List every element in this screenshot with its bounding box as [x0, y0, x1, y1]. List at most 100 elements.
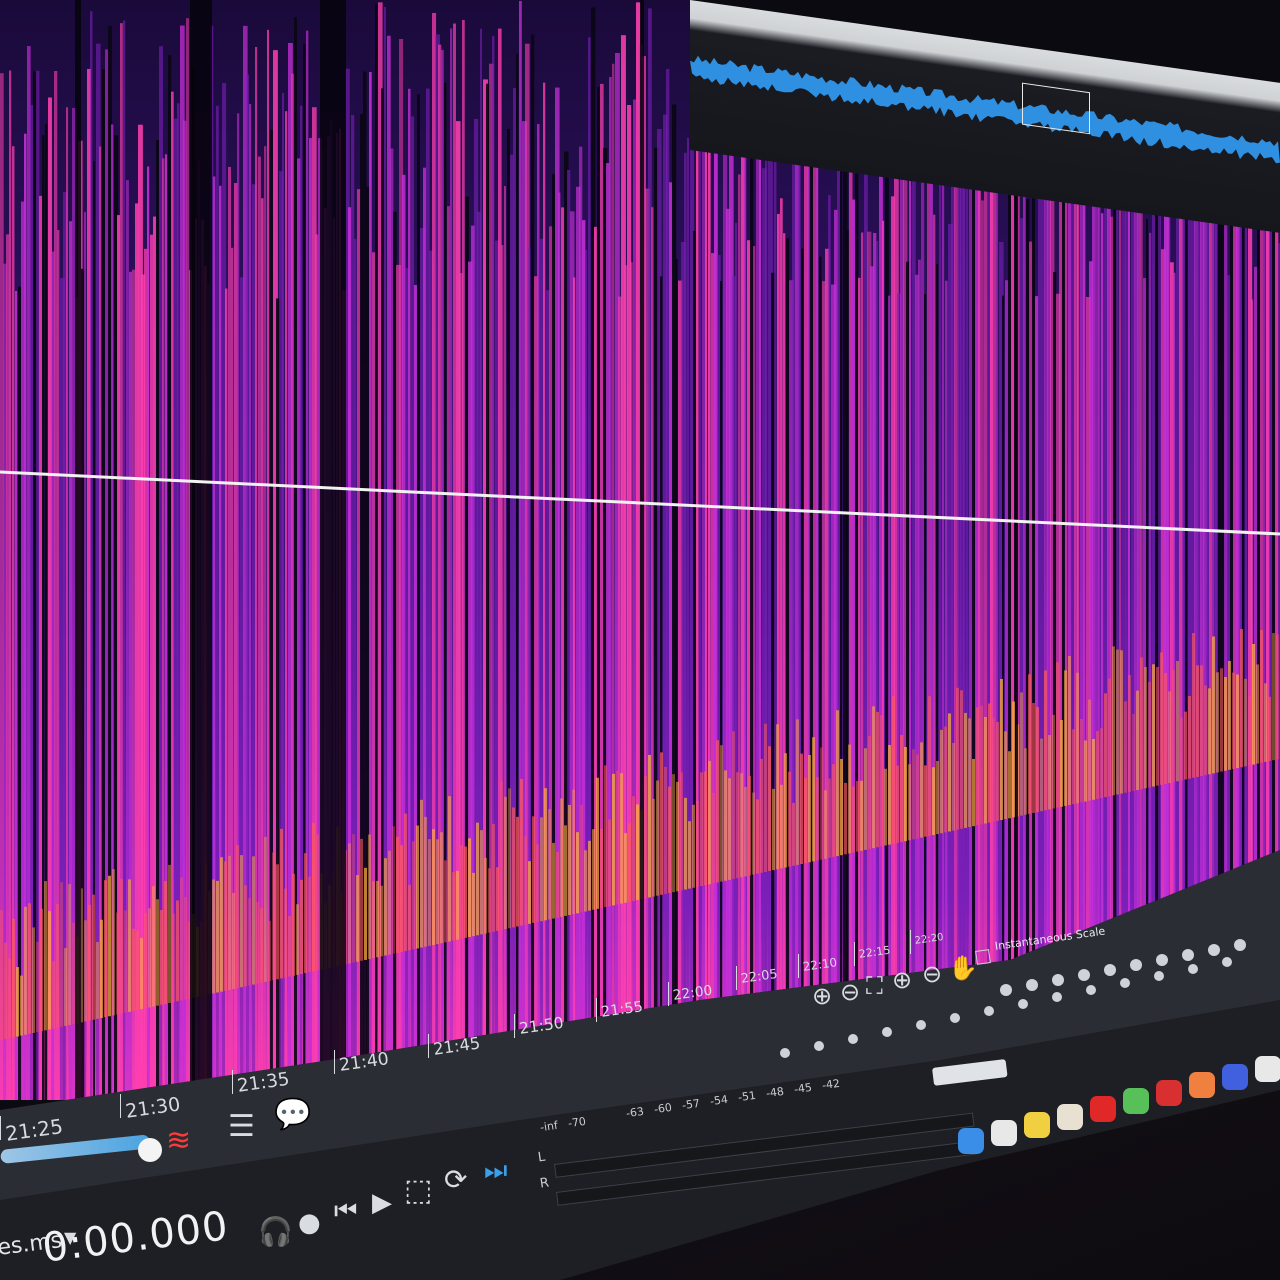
low-frequency-energy	[488, 868, 491, 933]
spectral-streak	[792, 161, 796, 1100]
meter-preset-button[interactable]	[1222, 957, 1232, 967]
low-frequency-energy	[1064, 670, 1067, 806]
low-frequency-energy	[1076, 672, 1079, 804]
view-option-button[interactable]	[1052, 974, 1064, 986]
meter-preset-button[interactable]	[916, 1020, 926, 1030]
dock-app-icon[interactable]	[1057, 1104, 1083, 1130]
dock-app-icon[interactable]	[958, 1128, 984, 1154]
low-frequency-energy	[1124, 701, 1127, 793]
low-frequency-energy	[572, 789, 575, 915]
low-frequency-energy	[952, 742, 955, 831]
low-frequency-energy	[1260, 629, 1263, 763]
meter-preset-button[interactable]	[848, 1034, 858, 1044]
low-frequency-energy	[796, 719, 799, 865]
low-frequency-energy	[72, 922, 75, 1025]
dock-app-icon[interactable]	[1090, 1096, 1116, 1122]
view-option-button[interactable]	[1026, 979, 1038, 991]
low-frequency-energy	[1180, 717, 1183, 781]
low-frequency-energy	[748, 775, 751, 876]
skip-forward-icon[interactable]: ⏭	[484, 1158, 507, 1184]
zoom-out-icon[interactable]: ⊖	[840, 980, 860, 1004]
meter-preset-button[interactable]	[814, 1041, 824, 1051]
loop-icon[interactable]: ⟳	[444, 1166, 467, 1194]
low-frequency-energy	[260, 908, 263, 983]
zoom-fit-icon[interactable]: ⛶	[866, 974, 883, 998]
zoom-in-icon[interactable]: ⊕	[812, 984, 832, 1008]
low-frequency-energy	[1132, 713, 1135, 791]
zoom-reset-icon[interactable]: ⊖	[922, 962, 942, 986]
low-frequency-energy	[500, 780, 503, 930]
low-frequency-energy	[388, 850, 391, 955]
dock-app-icon[interactable]	[1156, 1080, 1182, 1106]
meter-preset-button[interactable]	[1120, 978, 1130, 988]
comment-icon[interactable]: 💬	[274, 1100, 311, 1130]
low-frequency-energy	[1072, 729, 1075, 805]
spectral-streak	[909, 92, 912, 1100]
low-frequency-energy	[228, 855, 231, 990]
dock-app-icon[interactable]	[1024, 1112, 1050, 1138]
play-selection-icon[interactable]: ⬚	[404, 1176, 432, 1206]
spectral-streak	[810, 43, 814, 1100]
spectral-streak	[855, 110, 859, 1100]
low-frequency-energy	[1272, 633, 1275, 761]
record-icon[interactable]: ●	[298, 1210, 321, 1236]
low-frequency-energy	[52, 961, 55, 1029]
meter-preset-button[interactable]	[780, 1048, 790, 1058]
meter-preset-button[interactable]	[1018, 999, 1028, 1009]
spectral-streak	[594, 226, 597, 1100]
instantaneous-scale-checkbox[interactable]	[975, 949, 991, 965]
meter-preset-button[interactable]	[882, 1027, 892, 1037]
dock-app-icon[interactable]	[1189, 1072, 1215, 1098]
meter-preset-button[interactable]	[1188, 964, 1198, 974]
meter-preset-button[interactable]	[1154, 971, 1164, 981]
spectral-streak	[543, 82, 546, 1100]
low-frequency-energy	[48, 911, 51, 1030]
dock-app-icon[interactable]	[1255, 1056, 1280, 1082]
low-frequency-energy	[1184, 711, 1187, 780]
spectral-streak	[537, 124, 540, 1100]
view-option-button[interactable]	[1078, 969, 1090, 981]
low-frequency-energy	[1220, 668, 1223, 772]
low-frequency-energy	[1204, 685, 1207, 776]
low-frequency-energy	[1228, 660, 1231, 770]
skip-back-icon[interactable]: ⏮	[334, 1198, 357, 1224]
low-frequency-energy	[520, 778, 523, 926]
low-frequency-energy	[128, 879, 131, 1012]
low-frequency-energy	[1048, 735, 1051, 810]
zoom-selection-icon[interactable]: ⊕	[892, 968, 912, 992]
headphones-icon[interactable]: 🎧	[258, 1218, 293, 1246]
volume-slider-knob[interactable]	[138, 1138, 162, 1162]
dock-app-icon[interactable]	[1222, 1064, 1248, 1090]
view-option-button[interactable]	[1104, 964, 1116, 976]
low-frequency-energy	[844, 782, 847, 855]
low-frequency-energy	[560, 798, 563, 917]
low-frequency-energy	[396, 836, 399, 953]
low-frequency-energy	[60, 882, 63, 1027]
view-option-button[interactable]	[1156, 954, 1168, 966]
low-frequency-energy	[1212, 636, 1215, 774]
dock-app-icon[interactable]	[1123, 1088, 1149, 1114]
meter-preset-button[interactable]	[1052, 992, 1062, 1002]
dock-app-icon[interactable]	[991, 1120, 1017, 1146]
spectral-streak	[414, 284, 417, 1100]
view-option-button[interactable]	[1130, 959, 1142, 971]
view-option-button[interactable]	[1208, 944, 1220, 956]
low-frequency-energy	[1028, 674, 1031, 814]
low-frequency-energy	[600, 828, 603, 908]
view-option-button[interactable]	[1182, 949, 1194, 961]
view-option-button[interactable]	[1000, 984, 1012, 996]
low-frequency-energy	[136, 930, 139, 1011]
play-icon[interactable]: ▶	[372, 1190, 392, 1216]
low-frequency-energy	[108, 875, 111, 1017]
meter-preset-button[interactable]	[950, 1013, 960, 1023]
low-frequency-energy	[40, 908, 43, 1032]
meter-preset-button[interactable]	[984, 1006, 994, 1016]
low-frequency-energy	[704, 771, 707, 886]
hand-icon[interactable]: ✋	[948, 956, 978, 980]
meter-preset-button[interactable]	[1086, 985, 1096, 995]
spectral-wave-icon[interactable]: ≋	[166, 1126, 191, 1156]
overview-wave-shape	[690, 55, 1280, 164]
low-frequency-energy	[424, 816, 427, 947]
notes-icon[interactable]: ☰	[228, 1112, 255, 1142]
view-option-button[interactable]	[1234, 939, 1246, 951]
